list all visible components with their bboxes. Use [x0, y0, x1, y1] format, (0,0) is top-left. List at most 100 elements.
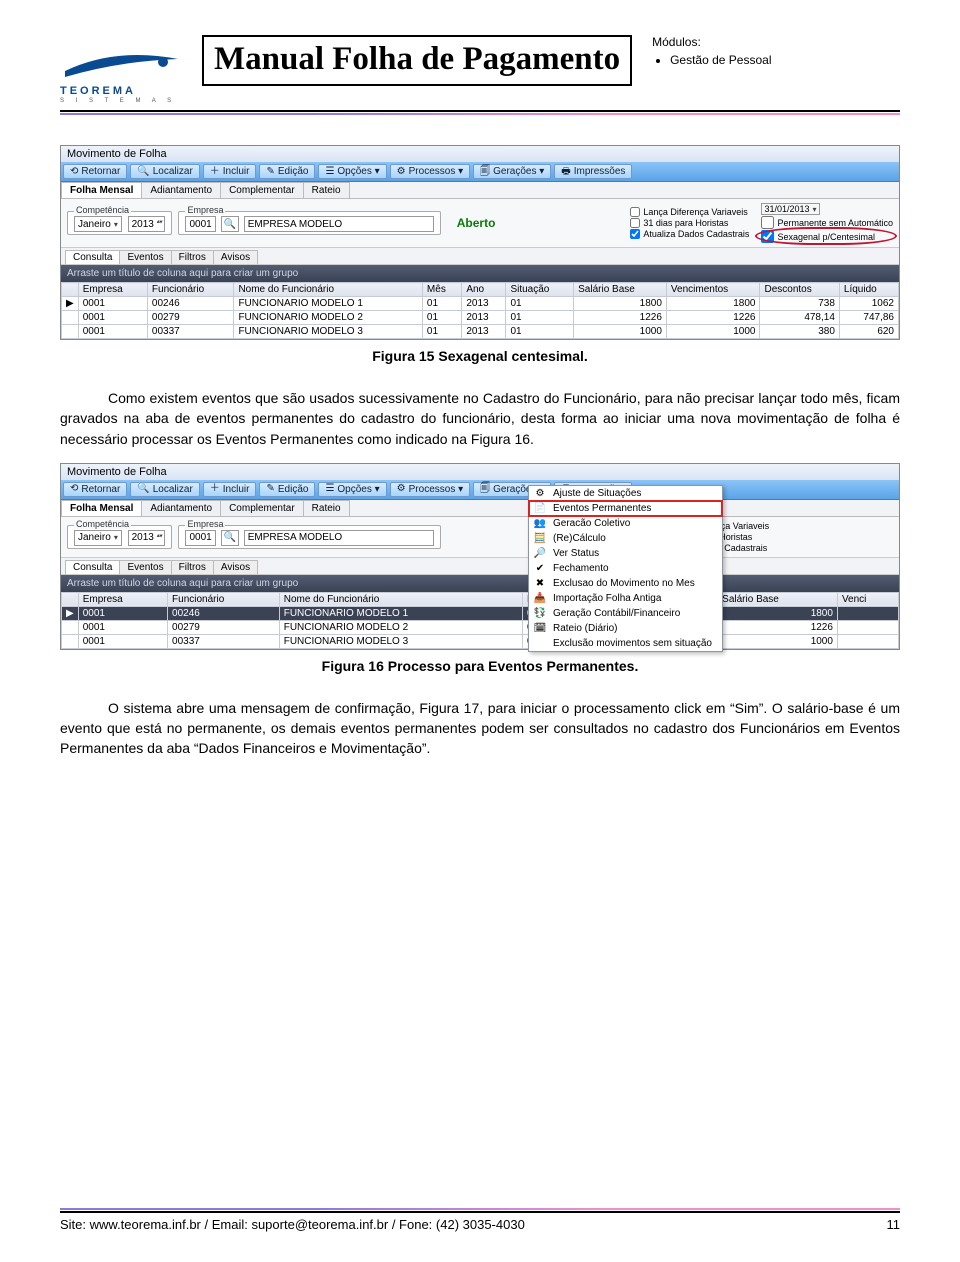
cell: 1800 — [718, 606, 838, 620]
toolbar-impress-es-button[interactable]: 🖶Impressões — [554, 164, 632, 179]
checkbox-input[interactable] — [630, 207, 640, 217]
column-header[interactable]: Funcionário — [147, 283, 234, 297]
subtab-avisos[interactable]: Avisos — [213, 560, 258, 574]
toolbar-incluir-button[interactable]: ＋Incluir — [203, 164, 257, 179]
tab-complementar[interactable]: Complementar — [220, 500, 304, 516]
date-field[interactable]: 31/01/2013 — [761, 203, 819, 215]
checkbox-input[interactable] — [630, 229, 640, 239]
column-header[interactable]: Descontos — [760, 283, 839, 297]
toolbar-button-label: Localizar — [153, 166, 193, 177]
toolbar-op-es--button[interactable]: ☰Opções ▾ — [318, 482, 386, 497]
toolbar-edi-o-button[interactable]: ✎Edição — [259, 482, 315, 497]
tab-rateio[interactable]: Rateio — [303, 500, 350, 516]
menu-item-gerac-o-coletivo[interactable]: 👥Geracão Coletivo — [529, 516, 722, 531]
subtab-filtros[interactable]: Filtros — [171, 250, 214, 264]
subtab-eventos[interactable]: Eventos — [119, 250, 171, 264]
tab-adiantamento[interactable]: Adiantamento — [141, 182, 221, 198]
processos--icon: ⚙ — [397, 484, 406, 494]
toolbar-retornar-button[interactable]: ⟲Retornar — [63, 482, 127, 497]
tab-adiantamento[interactable]: Adiantamento — [141, 500, 221, 516]
page-header: TEOREMA S I S T E M A S Manual Folha de … — [60, 35, 900, 104]
menu-item-importa-o-folha-antiga[interactable]: 📥Importação Folha Antiga — [529, 591, 722, 606]
column-header[interactable]: Salário Base — [574, 283, 667, 297]
mes-dropdown[interactable]: Janeiro — [74, 530, 122, 546]
subtab-avisos[interactable]: Avisos — [213, 250, 258, 264]
table-row[interactable]: 000100279FUNCIONARIO MODELO 201201301122… — [62, 620, 899, 634]
toolbar-localizar-button[interactable]: 🔍Localizar — [130, 482, 199, 497]
tab-folha-mensal[interactable]: Folha Mensal — [61, 500, 142, 516]
toolbar-gera-es--button[interactable]: 🗐Gerações ▾ — [473, 164, 551, 179]
column-header[interactable]: Funcionário — [168, 592, 280, 606]
manual-title-box: Manual Folha de Pagamento — [202, 35, 632, 86]
checkbox-input[interactable] — [630, 218, 640, 228]
menu-item-ver-status[interactable]: 🔎Ver Status — [529, 546, 722, 561]
column-header[interactable]: Empresa — [78, 283, 147, 297]
table-row[interactable]: 000100279FUNCIONARIO MODELO 201201301122… — [62, 311, 899, 325]
empresa-cod-field[interactable]: 0001 — [185, 216, 215, 232]
toolbar-incluir-button[interactable]: ＋Incluir — [203, 482, 257, 497]
checkbox-permanente-sem-autom-tico[interactable]: Permanente sem Automático — [761, 216, 893, 229]
column-header[interactable]: Salário Base — [718, 592, 838, 606]
table-row[interactable]: ▶000100246FUNCIONARIO MODELO 10120130118… — [62, 297, 899, 311]
subtab-eventos[interactable]: Eventos — [119, 560, 171, 574]
cell — [837, 620, 898, 634]
toolbar-edi-o-button[interactable]: ✎Edição — [259, 164, 315, 179]
empresa-nome-field[interactable]: EMPRESA MODELO — [244, 216, 434, 232]
empresa-cod-field[interactable]: 0001 — [185, 530, 215, 546]
empresa-lookup-icon[interactable]: 🔍 — [221, 216, 239, 232]
menu-item-gera-o-cont-bil-financeiro[interactable]: 💱Geração Contábil/Financeiro — [529, 606, 722, 621]
menu-item-exclusao-do-movimento-no-mes[interactable]: ✖Exclusao do Movimento no Mes — [529, 576, 722, 591]
toolbar-processos--button[interactable]: ⚙Processos ▾ — [390, 482, 470, 497]
tab-rateio[interactable]: Rateio — [303, 182, 350, 198]
menu-item-fechamento[interactable]: ✔Fechamento — [529, 561, 722, 576]
empresa-lookup-icon[interactable]: 🔍 — [221, 530, 239, 546]
menu-item--re-c-lculo[interactable]: 🧮(Re)Cálculo — [529, 531, 722, 546]
checkbox-label: Permanente sem Automático — [777, 218, 893, 228]
checkbox-sexagenal-p-centesimal[interactable]: Sexagenal p/Centesimal — [761, 230, 893, 243]
group-hint-bar[interactable]: Arraste um título de coluna aqui para cr… — [61, 575, 899, 592]
column-header[interactable]: Líquido — [839, 283, 898, 297]
checkbox-input[interactable] — [761, 230, 774, 243]
subtab-consulta[interactable]: Consulta — [65, 560, 120, 574]
cell: 1226 — [718, 620, 838, 634]
toolbar: ⟲Retornar🔍Localizar ＋Incluir✎Edição☰Opçõe… — [61, 480, 899, 500]
menu-item-ajuste-de-situa-es[interactable]: ⚙Ajuste de Situações — [529, 486, 722, 501]
empresa-nome-field[interactable]: EMPRESA MODELO — [244, 530, 434, 546]
column-header[interactable]: Empresa — [78, 592, 167, 606]
column-header[interactable]: Situação — [506, 283, 574, 297]
toolbar-localizar-button[interactable]: 🔍Localizar — [130, 164, 199, 179]
subtab-consulta[interactable]: Consulta — [65, 250, 120, 264]
data-grid[interactable]: EmpresaFuncionárioNome do FuncionárioMês… — [61, 282, 899, 339]
ano-spinner[interactable]: 2013 — [128, 530, 166, 546]
toolbar-processos--button[interactable]: ⚙Processos ▾ — [390, 164, 470, 179]
column-header[interactable]: Mês — [422, 283, 461, 297]
ano-spinner[interactable]: 2013 — [128, 216, 166, 232]
checkbox--dias-para-horistas[interactable]: 31 dias para Horistas — [630, 218, 749, 228]
menu-item-exclus-o-movimentos-sem-situa-o[interactable]: Exclusão movimentos sem situação — [529, 636, 722, 651]
menu-item-eventos-permanentes[interactable]: 📄Eventos Permanentes — [529, 501, 722, 516]
table-row[interactable]: ▶000100246FUNCIONARIO MODELO 10120130118… — [62, 606, 899, 620]
mes-dropdown[interactable]: Janeiro — [74, 216, 122, 232]
tab-complementar[interactable]: Complementar — [220, 182, 304, 198]
tab-folha-mensal[interactable]: Folha Mensal — [61, 182, 142, 198]
data-grid[interactable]: EmpresaFuncionárioNome do FuncionárioMês… — [61, 592, 899, 649]
checkbox-lan-a-diferen-a-variaveis[interactable]: Lança Diferença Variaveis — [630, 207, 749, 217]
table-row[interactable]: 000100337FUNCIONARIO MODELO 301201301100… — [62, 325, 899, 339]
column-header[interactable]: Vencimentos — [666, 283, 760, 297]
subtab-filtros[interactable]: Filtros — [171, 560, 214, 574]
column-header[interactable]: Nome do Funcionário — [234, 283, 422, 297]
cell: 380 — [760, 325, 839, 339]
cell — [837, 634, 898, 648]
column-header[interactable]: Nome do Funcionário — [279, 592, 522, 606]
processos-dropdown-menu[interactable]: ⚙Ajuste de Situações📄Eventos Permanentes… — [528, 485, 723, 652]
toolbar-retornar-button[interactable]: ⟲Retornar — [63, 164, 127, 179]
checkbox-input[interactable] — [761, 216, 774, 229]
table-row[interactable]: 000100337FUNCIONARIO MODELO 301201301100… — [62, 634, 899, 648]
toolbar-op-es--button[interactable]: ☰Opções ▾ — [318, 164, 386, 179]
column-header[interactable]: Ano — [462, 283, 506, 297]
group-hint-bar[interactable]: Arraste um título de coluna aqui para cr… — [61, 265, 899, 282]
column-header[interactable]: Venci — [837, 592, 898, 606]
checkbox-atualiza-dados-cadastrais[interactable]: Atualiza Dados Cadastrais — [630, 229, 749, 239]
cell: 620 — [839, 325, 898, 339]
menu-item-rateio-di-rio-[interactable]: 🗓Rateio (Diário) — [529, 621, 722, 636]
